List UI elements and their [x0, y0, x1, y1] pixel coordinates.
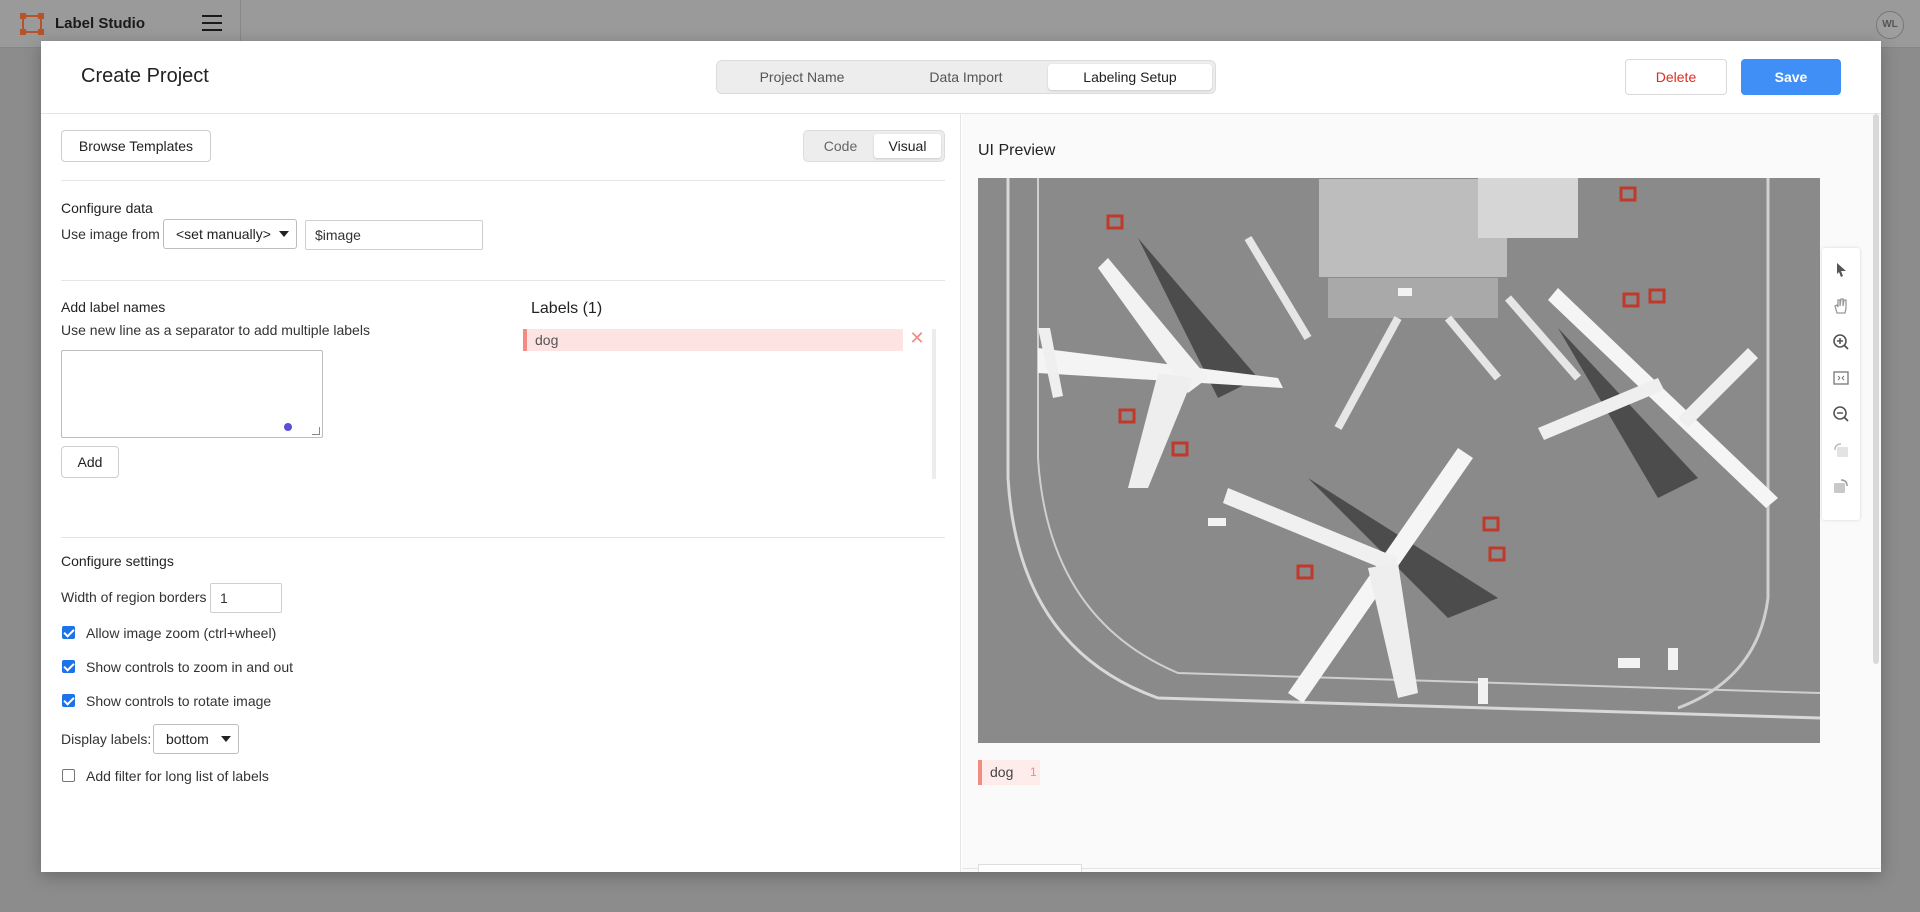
zoom-to-fit-icon[interactable] — [1831, 368, 1851, 388]
add-label-hint: Use new line as a separator to add multi… — [61, 322, 370, 338]
add-label-names-heading: Add label names — [61, 299, 166, 315]
image-variable-input[interactable]: $image — [305, 220, 483, 250]
resize-handle-icon[interactable] — [312, 427, 320, 435]
remove-label-icon[interactable]: ✕ — [908, 328, 926, 348]
divider — [61, 280, 945, 281]
use-image-from-label: Use image from — [61, 226, 160, 242]
rotate-controls-label: Show controls to rotate image — [86, 693, 272, 709]
ui-preview-title: UI Preview — [978, 142, 1056, 159]
save-button[interactable]: Save — [1741, 59, 1841, 95]
create-project-modal: Create Project Project Name Data Import … — [41, 41, 1881, 872]
ui-preview-panel: UI Preview dog 1 — [962, 114, 1881, 872]
page-title: Create Project — [81, 65, 209, 87]
chevron-down-icon — [279, 231, 289, 237]
display-labels-select-value: bottom — [166, 731, 209, 747]
preview-scrollbar[interactable] — [1873, 114, 1879, 664]
configure-settings-heading: Configure settings — [61, 553, 174, 569]
border-width-label: Width of region borders — [61, 589, 207, 605]
code-view-tab[interactable]: Code — [807, 134, 874, 158]
display-labels-label: Display labels: — [61, 731, 152, 747]
rotate-left-icon[interactable] — [1831, 440, 1851, 460]
chevron-down-icon — [221, 736, 231, 742]
preview-image[interactable] — [978, 178, 1820, 743]
configure-data-heading: Configure data — [61, 200, 153, 216]
grammar-assistant-icon — [284, 423, 292, 431]
rotate-right-icon[interactable] — [1831, 476, 1851, 496]
image-source-select-value: <set manually> — [176, 226, 271, 242]
add-label-button[interactable]: Add — [61, 446, 119, 478]
label-filter-checkbox[interactable] — [62, 769, 75, 782]
browse-templates-button[interactable]: Browse Templates — [61, 130, 211, 162]
airport-aerial-image — [978, 178, 1820, 743]
label-chip-hotkey: 1 — [1030, 765, 1037, 779]
label-filter-label: Add filter for long list of labels — [86, 768, 269, 784]
delete-button[interactable]: Delete — [1625, 59, 1727, 95]
rotate-controls-checkbox[interactable] — [62, 694, 75, 707]
label-chip-dog[interactable]: dog 1 — [978, 760, 1040, 785]
border-width-input[interactable]: 1 — [210, 583, 282, 613]
modal-header: Create Project Project Name Data Import … — [41, 41, 1881, 114]
divider — [61, 180, 945, 181]
labels-scrollbar[interactable] — [932, 329, 936, 479]
config-panel: Browse Templates Code Visual Configure d… — [41, 114, 961, 872]
preview-bottom-tab[interactable] — [978, 864, 1082, 872]
image-source-select[interactable]: <set manually> — [163, 219, 297, 249]
tab-project-name[interactable]: Project Name — [720, 64, 884, 90]
allow-zoom-checkbox[interactable] — [62, 626, 75, 639]
avatar[interactable]: WL — [1876, 11, 1904, 39]
zoom-controls-label: Show controls to zoom in and out — [86, 659, 294, 675]
visual-view-tab[interactable]: Visual — [874, 134, 941, 158]
divider — [61, 537, 945, 538]
hand-icon[interactable] — [1831, 296, 1851, 316]
step-tabs: Project Name Data Import Labeling Setup — [716, 60, 1216, 94]
label-list-item[interactable]: dog — [523, 329, 903, 351]
labels-list-title: Labels (1) — [531, 300, 603, 317]
label-studio-logo-icon — [20, 13, 44, 35]
display-labels-select[interactable]: bottom — [153, 724, 239, 754]
hamburger-menu-icon[interactable] — [202, 15, 222, 33]
allow-zoom-label: Allow image zoom (ctrl+wheel) — [86, 625, 277, 641]
label-names-textarea[interactable] — [61, 350, 323, 438]
zoom-out-icon[interactable] — [1831, 404, 1851, 424]
tab-labeling-setup[interactable]: Labeling Setup — [1048, 64, 1212, 90]
image-toolbar — [1822, 248, 1860, 520]
label-chip-name: dog — [990, 764, 1014, 780]
label-name: dog — [535, 332, 559, 348]
zoom-controls-checkbox[interactable] — [62, 660, 75, 673]
tab-data-import[interactable]: Data Import — [884, 64, 1048, 90]
pointer-icon[interactable] — [1831, 260, 1851, 280]
view-toggle: Code Visual — [803, 130, 945, 162]
app-brand: Label Studio — [55, 15, 145, 32]
divider — [962, 868, 1881, 869]
zoom-in-icon[interactable] — [1831, 332, 1851, 352]
